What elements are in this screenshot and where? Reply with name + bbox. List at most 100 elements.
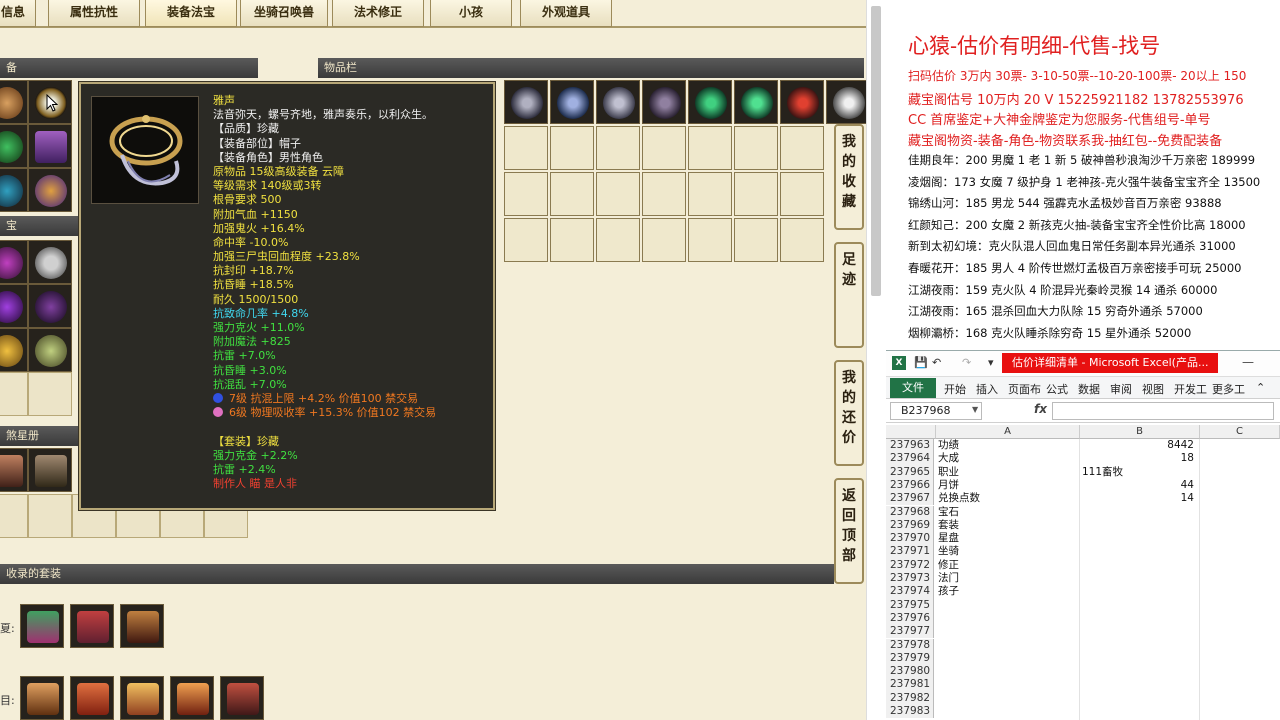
row-number[interactable]: 237968 — [886, 505, 934, 519]
treasure-slot-empty[interactable] — [28, 372, 72, 416]
suit-icon[interactable] — [170, 676, 214, 720]
tab-info[interactable]: 信息 — [0, 0, 36, 27]
spreadsheet-row[interactable]: 237965 职业 111畜牧 — [886, 465, 1280, 479]
spreadsheet-row[interactable]: 237983 — [886, 705, 1280, 719]
inventory-slot-empty[interactable] — [780, 172, 824, 216]
tab-equipment[interactable]: 装备法宝 — [145, 0, 237, 27]
spreadsheet-row[interactable]: 237971 坐骑 — [886, 545, 1280, 559]
cell-a[interactable]: 大成 — [936, 452, 1078, 465]
row-number[interactable]: 237964 — [886, 452, 934, 466]
ribbon-tab-developer[interactable]: 开发工 — [1174, 381, 1207, 397]
treasure-slot[interactable] — [0, 284, 28, 328]
ribbon-tab-page-layout[interactable]: 页面布 — [1008, 381, 1041, 397]
row-number[interactable]: 237978 — [886, 638, 934, 652]
equip-slot[interactable] — [0, 80, 28, 124]
ribbon-tab-data[interactable]: 数据 — [1078, 381, 1100, 397]
tab-mounts-pets[interactable]: 坐骑召唤兽 — [240, 0, 328, 27]
spreadsheet-row[interactable]: 237966 月饼 44 — [886, 478, 1280, 493]
inventory-item[interactable] — [688, 80, 732, 124]
spreadsheet-row[interactable]: 237967 兑换点数 14 — [886, 492, 1280, 506]
row-number[interactable]: 237967 — [886, 492, 934, 506]
inventory-slot-empty[interactable] — [504, 218, 548, 262]
star-book-slot[interactable] — [0, 448, 28, 492]
cell-a[interactable]: 功绩 — [936, 439, 1078, 452]
row-number[interactable]: 237981 — [886, 678, 934, 692]
star-book-slot-empty[interactable] — [0, 494, 28, 538]
inventory-slot-empty[interactable] — [550, 126, 594, 170]
equip-slot[interactable] — [0, 124, 28, 168]
row-number[interactable]: 237983 — [886, 705, 934, 719]
treasure-slot[interactable] — [28, 284, 72, 328]
ribbon-tab-home[interactable]: 开始 — [944, 381, 966, 397]
row-number[interactable]: 237973 — [886, 572, 934, 586]
tab-children[interactable]: 小孩 — [430, 0, 512, 27]
inventory-slot-empty[interactable] — [550, 172, 594, 216]
treasure-slot[interactable] — [28, 240, 72, 284]
equip-slot[interactable] — [0, 168, 28, 212]
inventory-slot-empty[interactable] — [688, 172, 732, 216]
row-number[interactable]: 237966 — [886, 478, 934, 493]
inventory-item[interactable] — [826, 80, 866, 124]
inventory-slot-empty[interactable] — [550, 218, 594, 262]
spreadsheet-row[interactable]: 237976 — [886, 611, 1280, 626]
side-button-my-bids[interactable]: 我的还价 — [834, 360, 864, 466]
cell-b[interactable]: 14 — [1080, 492, 1198, 505]
tab-spell-correction[interactable]: 法术修正 — [332, 0, 424, 27]
cell-a[interactable]: 坐骑 — [936, 545, 1078, 558]
inventory-slot-empty[interactable] — [734, 218, 778, 262]
cell-a[interactable]: 职业 — [936, 466, 1078, 479]
inventory-slot-empty[interactable] — [596, 126, 640, 170]
spreadsheet-row[interactable]: 237977 — [886, 625, 1280, 639]
redo-icon[interactable]: ↷ — [962, 356, 971, 369]
row-number[interactable]: 237982 — [886, 691, 934, 705]
suit-icon[interactable] — [20, 676, 64, 720]
inventory-slot-empty[interactable] — [596, 218, 640, 262]
row-number[interactable]: 237979 — [886, 651, 934, 666]
spreadsheet-row[interactable]: 237968 宝石 — [886, 505, 1280, 519]
suit-icon[interactable] — [220, 676, 264, 720]
equip-slot-armor[interactable] — [28, 124, 72, 168]
column-header-b[interactable]: B — [1080, 425, 1200, 439]
spreadsheet-row[interactable]: 237981 — [886, 678, 1280, 692]
cell-a[interactable]: 孩子 — [936, 585, 1078, 598]
cell-b[interactable]: 18 — [1080, 452, 1198, 465]
ribbon-tab-review[interactable]: 审阅 — [1110, 381, 1132, 397]
inventory-item[interactable] — [642, 80, 686, 124]
cell-a[interactable]: 星盘 — [936, 532, 1078, 545]
row-number[interactable]: 237975 — [886, 598, 934, 612]
ribbon-tab-file[interactable]: 文件 — [890, 378, 936, 398]
scrollbar-thumb[interactable] — [871, 6, 881, 296]
select-all-corner[interactable] — [886, 425, 936, 439]
spreadsheet-row[interactable]: 237979 — [886, 651, 1280, 666]
inventory-item[interactable] — [596, 80, 640, 124]
browser-scrollbar[interactable] — [866, 0, 886, 720]
inventory-slot-empty[interactable] — [688, 218, 732, 262]
row-number[interactable]: 237970 — [886, 532, 934, 546]
column-header-c[interactable]: C — [1200, 425, 1280, 439]
save-icon[interactable]: 💾 — [914, 356, 928, 369]
tab-appearance[interactable]: 外观道具 — [520, 0, 612, 27]
spreadsheet-row[interactable]: 237969 套装 — [886, 518, 1280, 533]
star-book-slot-empty[interactable] — [28, 494, 72, 538]
row-number[interactable]: 237980 — [886, 665, 934, 679]
ribbon-tab-formulas[interactable]: 公式 — [1046, 381, 1068, 397]
cell-a[interactable]: 修正 — [936, 559, 1078, 572]
spreadsheet-row[interactable]: 237963 功绩 8442 — [886, 439, 1280, 453]
spreadsheet-row[interactable]: 237980 — [886, 665, 1280, 679]
row-number[interactable]: 237972 — [886, 558, 934, 572]
inventory-item[interactable] — [550, 80, 594, 124]
fx-icon[interactable]: fx — [1034, 402, 1047, 416]
suit-icon[interactable] — [120, 676, 164, 720]
inventory-slot-empty[interactable] — [504, 126, 548, 170]
cell-b[interactable]: 8442 — [1080, 439, 1198, 452]
spreadsheet-row[interactable]: 237970 星盘 — [886, 532, 1280, 546]
treasure-slot[interactable] — [28, 328, 72, 372]
cell-a[interactable]: 法门 — [936, 572, 1078, 585]
inventory-slot-empty[interactable] — [780, 126, 824, 170]
cell-b[interactable]: 111畜牧 — [1080, 466, 1198, 479]
formula-input[interactable] — [1052, 402, 1274, 420]
star-book-slot[interactable] — [28, 448, 72, 492]
treasure-slot[interactable] — [0, 328, 28, 372]
inventory-slot-empty[interactable] — [734, 172, 778, 216]
cell-a[interactable]: 宝石 — [936, 506, 1078, 519]
